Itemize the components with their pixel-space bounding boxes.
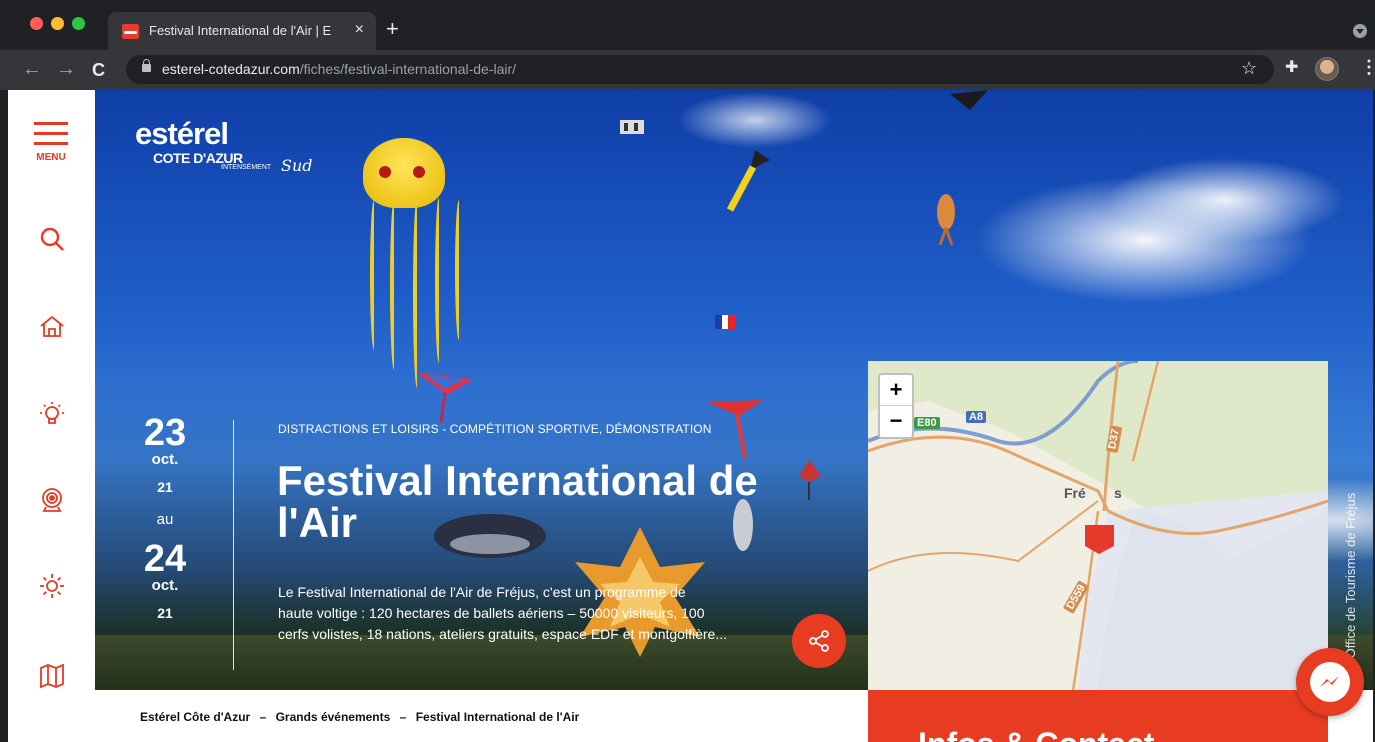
menu-button[interactable]: MENU (34, 122, 68, 168)
small-kite (799, 460, 821, 500)
url-domain: esterel-cotedazur.com (162, 61, 300, 77)
site-favicon-icon (122, 24, 139, 39)
maximize-window-button[interactable] (72, 17, 85, 30)
lock-icon[interactable] (142, 59, 151, 72)
start-day: 23 (143, 412, 187, 454)
fish-kite (937, 194, 955, 246)
kite-eye (413, 166, 425, 178)
tab-title: Festival International de l'Air | E (149, 23, 332, 38)
map-icon[interactable] (38, 662, 66, 690)
sidebar: MENU (8, 90, 95, 742)
kite-tentacle (435, 198, 443, 363)
date-divider (233, 420, 234, 670)
event-title: Festival International de l'Air (277, 457, 758, 546)
breadcrumb-separator: – (259, 710, 267, 724)
city-label-suffix: s (1114, 485, 1122, 501)
end-day: 24 (143, 538, 187, 580)
flag-kite (715, 315, 735, 329)
description-line: haute voltige : 120 hectares de ballets … (278, 605, 705, 621)
hamburger-icon (34, 122, 68, 125)
messenger-chat-button[interactable] (1296, 648, 1364, 716)
url-text[interactable]: esterel-cotedazur.com/fiches/festival-in… (162, 61, 516, 77)
kite-tentacle (413, 198, 421, 388)
webcam-icon[interactable] (38, 486, 66, 514)
event-map[interactable]: E80 A8 D37 Fré s D559 + − (868, 361, 1328, 691)
box-kite (620, 120, 644, 134)
web-page: MENU estérel COTE D'AZUR INTENSÉMENT Sud… (8, 90, 1373, 742)
city-label-frejus: Fré (1064, 485, 1086, 501)
tab-search-dropdown-icon[interactable] (1353, 24, 1367, 38)
description-line: Le Festival International de l'Air de Fr… (278, 584, 686, 600)
end-year: 21 (157, 605, 173, 621)
share-button[interactable] (792, 614, 846, 668)
home-icon[interactable] (38, 313, 66, 341)
breadcrumb-current: Festival International de l'Air (415, 710, 580, 724)
map-zoom-control: + − (878, 373, 914, 439)
hamburger-line (34, 132, 68, 135)
infos-contact-panel: Infos & Contact (868, 690, 1328, 742)
profile-avatar[interactable] (1315, 57, 1339, 81)
date-separator: au (156, 511, 174, 528)
top-kite (950, 90, 988, 110)
start-year: 21 (157, 479, 173, 495)
jellyfish-kite (363, 138, 445, 208)
extensions-puzzle-icon[interactable]: ✚ (1285, 57, 1298, 77)
reload-button[interactable]: C (92, 59, 105, 81)
road-label-a8: A8 (966, 411, 987, 423)
photo-credit: ©Office de Tourisme de Fréjus (1343, 492, 1358, 668)
event-dates: 23 oct. 21 au 24 oct. 21 (135, 412, 195, 631)
logo-tagline: INTENSÉMENT (221, 164, 272, 171)
browser-menu-icon[interactable]: ⋮ (1360, 57, 1375, 78)
kite-eye (379, 166, 391, 178)
address-bar[interactable]: esterel-cotedazur.com/fiches/festival-in… (126, 55, 1274, 84)
tab-close-icon[interactable]: × (355, 21, 364, 39)
bookmark-star-icon[interactable]: ☆ (1241, 58, 1257, 79)
url-path: /fiches/festival-international-de-lair/ (299, 61, 517, 77)
red-kite (707, 400, 763, 459)
breadcrumb-link[interactable]: Grands événements (276, 710, 391, 724)
yellow-kite (726, 150, 770, 212)
sun-icon[interactable] (38, 572, 66, 600)
site-logo[interactable]: estérel COTE D'AZUR INTENSÉMENT Sud (135, 116, 315, 186)
colorful-kite (417, 373, 473, 424)
browser-tab[interactable]: Festival International de l'Air | E × (108, 12, 376, 50)
browser-chrome: Festival International de l'Air | E × + … (0, 0, 1375, 90)
new-tab-button[interactable]: + (386, 18, 399, 40)
search-icon[interactable] (38, 225, 66, 253)
menu-label: MENU (36, 152, 66, 163)
minimize-window-button[interactable] (51, 17, 64, 30)
back-button[interactable]: ← (22, 58, 42, 80)
map-tiles (868, 361, 1328, 691)
close-window-button[interactable] (30, 17, 43, 30)
road-label-e80: E80 (914, 417, 940, 429)
kite-tentacle (370, 200, 378, 350)
breadcrumb-link[interactable]: Estérel Côte d'Azur (140, 710, 250, 724)
kite-tentacle (390, 200, 398, 370)
share-icon (809, 630, 829, 652)
event-description: Le Festival International de l'Air de Fr… (278, 582, 778, 645)
infos-contact-title: Infos & Contact (918, 726, 1154, 742)
logo-sud: Sud (281, 156, 313, 175)
zoom-in-button[interactable]: + (880, 375, 912, 406)
hamburger-line (34, 142, 68, 145)
kite-tentacle (455, 200, 463, 340)
logo-main-text: estérel (135, 116, 229, 151)
forward-button[interactable]: → (56, 58, 76, 80)
event-category: DISTRACTIONS ET LOISIRS - COMPÉTITION SP… (278, 422, 712, 436)
description-line: cerfs volistes, 18 nations, ateliers gra… (278, 626, 727, 642)
messenger-icon (1310, 662, 1350, 702)
breadcrumb: Estérel Côte d'Azur – Grands événements … (140, 710, 579, 724)
zoom-out-button[interactable]: − (880, 406, 912, 437)
lightbulb-icon[interactable] (38, 400, 66, 428)
breadcrumb-separator: – (399, 710, 407, 724)
browser-toolbar: ← → C esterel-cotedazur.com/fiches/festi… (0, 50, 1375, 90)
